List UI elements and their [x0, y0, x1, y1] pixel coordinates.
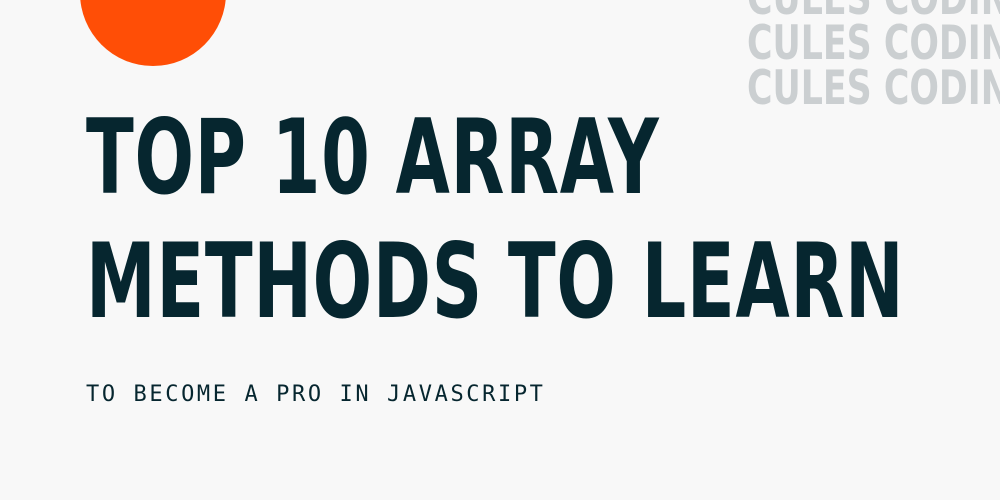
page-title: TOP 10 ARRAY METHODS TO LEARN: [86, 96, 986, 344]
watermark-text-block: CULES CODING CULES CODING CULES CODING: [747, 0, 1000, 111]
title-line-1: TOP 10 ARRAY: [86, 98, 660, 218]
title-line-2: METHODS TO LEARN: [86, 222, 905, 342]
watermark-line: CULES CODING: [747, 16, 1000, 71]
orange-circle-decoration: [80, 0, 226, 66]
subtitle: TO BECOME A PRO IN JAVASCRIPT: [86, 382, 546, 407]
banner-canvas: CULES CODING CULES CODING CULES CODING T…: [0, 0, 1000, 500]
